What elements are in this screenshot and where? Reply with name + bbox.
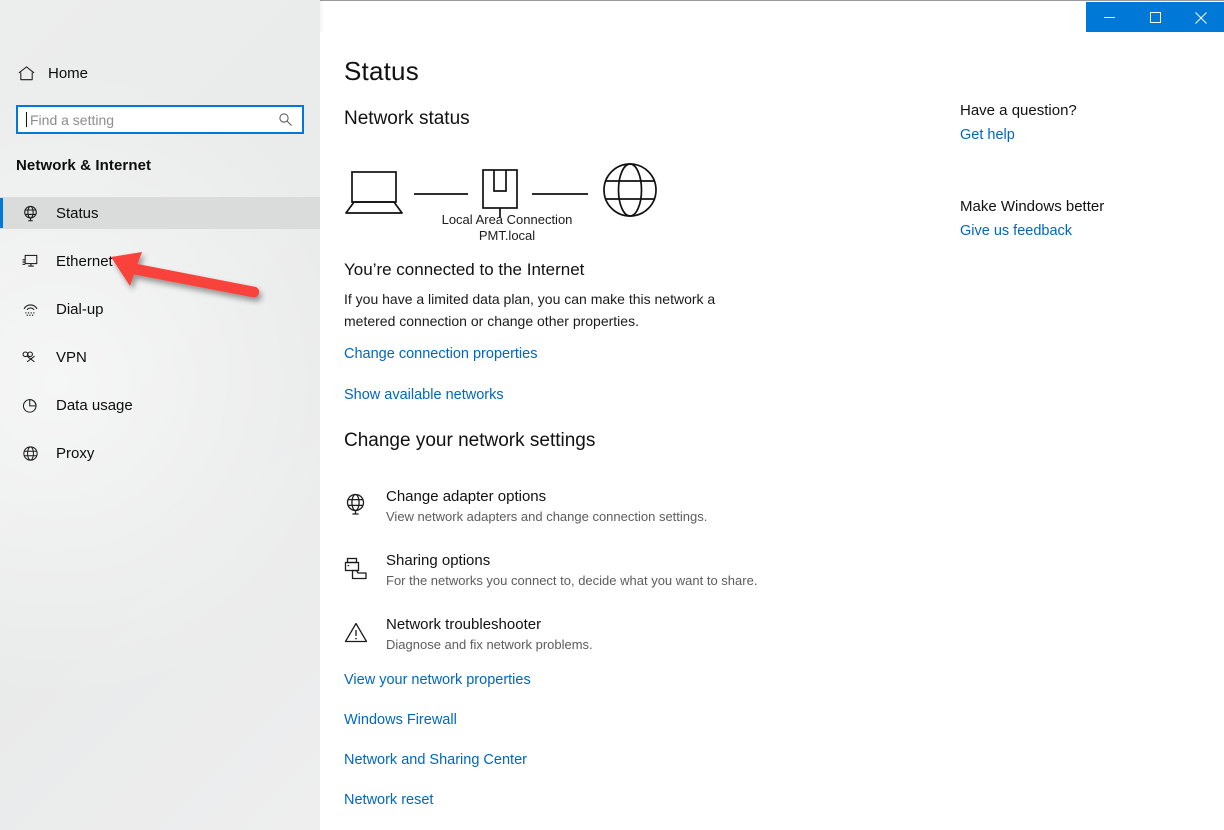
sidebar-item-label: Status xyxy=(56,204,99,222)
sidebar-item-dial-up[interactable]: Dial-up xyxy=(0,293,320,325)
sidebar-item-label: Ethernet xyxy=(56,252,113,270)
sidebar-item-ethernet[interactable]: Ethernet xyxy=(0,245,320,277)
home-icon xyxy=(16,63,36,83)
link-show-available-networks[interactable]: Show available networks xyxy=(344,387,504,403)
setting-change-adapter-options[interactable]: Change adapter options View network adap… xyxy=(342,487,862,526)
close-icon xyxy=(1195,11,1207,24)
sharing-printer-icon xyxy=(342,553,370,583)
setting-sharing-options[interactable]: Sharing options For the networks you con… xyxy=(342,551,862,590)
connection-state-description: If you have a limited data plan, you can… xyxy=(344,291,716,329)
selection-indicator xyxy=(0,198,3,228)
minimize-button[interactable] xyxy=(1086,2,1132,33)
link-change-connection-properties[interactable]: Change connection properties xyxy=(344,346,537,362)
network-status-icon xyxy=(20,203,40,223)
settings-window: Settings xyxy=(0,0,1224,830)
window-controls xyxy=(1086,2,1224,33)
sidebar-item-label: Data usage xyxy=(56,396,133,414)
main-content: Status Network status Local Area Connect… xyxy=(320,32,1224,830)
sidebar-item-label: VPN xyxy=(56,348,87,366)
feedback-section: Make Windows better Give us feedback xyxy=(960,198,1104,239)
setting-network-troubleshooter[interactable]: Network troubleshooter Diagnose and fix … xyxy=(342,615,862,654)
maximize-icon xyxy=(1149,12,1161,23)
data-usage-icon xyxy=(20,395,40,415)
dialup-icon xyxy=(20,299,40,319)
help-section: Have a question? Get help xyxy=(960,102,1077,143)
sidebar-item-proxy[interactable]: Proxy xyxy=(0,437,320,469)
globe-icon xyxy=(603,163,657,217)
connection-name: Local Area Connection xyxy=(441,212,573,227)
search-placeholder: Find a setting xyxy=(30,111,115,128)
adapter-globe-icon xyxy=(342,489,370,519)
search-icon[interactable] xyxy=(278,112,293,127)
sidebar-item-home[interactable]: Home xyxy=(0,57,320,89)
vpn-icon xyxy=(20,347,40,367)
proxy-globe-icon xyxy=(20,443,40,463)
network-name: PMT.local xyxy=(478,228,536,243)
maximize-button[interactable] xyxy=(1132,2,1178,33)
sidebar-item-data-usage[interactable]: Data usage xyxy=(0,389,320,421)
connection-state-title: You’re connected to the Internet xyxy=(344,260,585,279)
setting-title: Sharing options xyxy=(386,552,491,569)
link-network-and-sharing-center[interactable]: Network and Sharing Center xyxy=(344,752,527,768)
link-give-us-feedback[interactable]: Give us feedback xyxy=(960,223,1104,239)
sidebar-item-label: Dial-up xyxy=(56,300,104,318)
sidebar-item-vpn[interactable]: VPN xyxy=(0,341,320,373)
link-windows-firewall[interactable]: Windows Firewall xyxy=(344,712,457,728)
search-input[interactable]: Find a setting xyxy=(16,105,304,134)
link-network-reset[interactable]: Network reset xyxy=(344,792,433,808)
link-get-help[interactable]: Get help xyxy=(960,127,1077,143)
setting-title: Network troubleshooter xyxy=(386,616,542,633)
sidebar-home-label: Home xyxy=(48,64,89,82)
sidebar-item-status[interactable]: Status xyxy=(0,197,320,229)
page-title: Status xyxy=(344,56,419,86)
laptop-icon xyxy=(345,171,403,214)
sidebar-category-heading: Network & Internet xyxy=(16,157,152,174)
diagram-caption: Local Area Connection PMT.local xyxy=(342,212,672,244)
change-network-settings-heading: Change your network settings xyxy=(344,430,596,451)
help-heading: Have a question? xyxy=(960,102,1077,119)
network-status-heading: Network status xyxy=(344,108,470,129)
text-caret xyxy=(26,112,27,127)
minimize-icon xyxy=(1103,17,1115,18)
link-view-network-properties[interactable]: View your network properties xyxy=(344,672,531,688)
ethernet-port-icon xyxy=(482,169,518,218)
sidebar-item-label: Proxy xyxy=(56,444,95,462)
ethernet-icon xyxy=(20,251,40,271)
warning-triangle-icon xyxy=(342,617,370,647)
setting-subtitle: View network adapters and change connect… xyxy=(386,509,708,524)
setting-title: Change adapter options xyxy=(386,488,547,505)
setting-subtitle: For the networks you connect to, decide … xyxy=(386,573,758,588)
feedback-heading: Make Windows better xyxy=(960,198,1105,215)
sidebar: Home Find a setting Network & Internet S… xyxy=(0,0,320,830)
setting-subtitle: Diagnose and fix network problems. xyxy=(386,637,593,652)
sidebar-nav-list: Status Ethernet Dial-up VPN Data usage P… xyxy=(0,197,320,485)
close-button[interactable] xyxy=(1178,2,1224,33)
